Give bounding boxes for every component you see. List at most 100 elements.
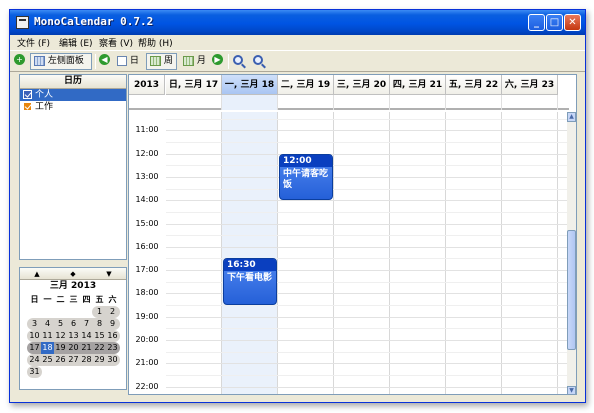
half-hour-line [166,141,569,143]
day-cell[interactable]: 2 [106,306,119,318]
arrow-right-icon: ▶ [212,54,223,65]
day-cell[interactable]: 16 [106,330,119,342]
menu-help[interactable]: 帮助 (H) [138,36,173,49]
time-grid[interactable]: 10:0011:0012:0013:0014:0015:0016:0017:00… [129,112,569,394]
day-cell[interactable]: 23 [106,342,119,354]
day-cell[interactable]: 15 [93,330,106,342]
checkbox-checked-icon[interactable] [23,90,32,99]
all-day-row[interactable] [129,95,569,110]
prev-button[interactable]: ◀ [99,53,110,70]
menu-file[interactable]: 文件 (F) [17,36,50,49]
next-month-button[interactable]: ▼ [94,268,124,280]
day-cell[interactable]: 14 [80,330,93,342]
day-cell[interactable]: 9 [106,318,119,330]
week-icon [150,55,161,66]
day-cell[interactable]: 7 [80,318,93,330]
day-cell[interactable]: 31 [28,366,41,378]
day-cell[interactable]: 5 [54,318,67,330]
day-column-header[interactable]: 四, 三月 21 [390,75,446,95]
panel-icon [34,55,45,66]
weekday-header: 四 [82,295,91,304]
day-cell[interactable]: 25 [41,354,54,366]
day-cell[interactable]: 22 [93,342,106,354]
zoom-out-icon [253,54,263,65]
menu-edit[interactable]: 编辑 (E) [59,36,93,49]
menu-view[interactable]: 察看 (V) [99,36,133,49]
close-button[interactable]: ✕ [564,14,581,31]
today-button[interactable]: ◆ [58,268,88,280]
calendar-item-work[interactable]: 工作 [20,101,126,113]
hour-label: 12:00 [135,148,159,158]
left-panel-toggle[interactable]: 左侧面板 [30,53,92,70]
day-column-header[interactable]: 六, 三月 23 [502,75,558,95]
event-time: 12:00 [280,154,332,167]
title-bar[interactable]: MonoCalendar 0.7.2 _ □ ✕ [10,10,585,35]
all-day-cell[interactable] [390,95,446,110]
month-view-button[interactable]: 月 [179,53,210,70]
calendar-item-label: 个人 [35,90,54,100]
day-cell[interactable]: 1 [93,306,106,318]
toolbar: + 左侧面板 ◀ 日 周 月 ▶ [10,50,585,72]
day-cell[interactable]: 4 [41,318,54,330]
day-cell[interactable]: 20 [67,342,80,354]
arrow-left-icon: ◀ [99,54,110,65]
day-view-button[interactable]: 日 [113,53,143,70]
minimize-button[interactable]: _ [528,14,545,31]
zoom-out-button[interactable] [253,53,263,70]
day-cell[interactable]: 24 [28,354,41,366]
all-day-cell[interactable] [502,95,558,110]
day-cell[interactable]: 30 [106,354,119,366]
all-day-cell[interactable] [334,95,390,110]
scroll-thumb[interactable] [567,230,576,350]
day-cell[interactable]: 29 [93,354,106,366]
day-column-header[interactable]: 一, 三月 18 [222,75,278,95]
next-button[interactable]: ▶ [212,53,223,70]
hour-label: 11:00 [135,125,159,135]
half-hour-line [166,118,569,120]
day-cell[interactable]: 17 [28,342,41,354]
prev-month-button[interactable]: ▲ [22,268,52,280]
checkbox-checked-icon[interactable] [23,102,32,111]
half-hour-line [166,211,569,213]
all-day-cell[interactable] [446,95,502,110]
week-view-button[interactable]: 周 [146,53,177,70]
all-day-cell[interactable] [166,95,222,110]
all-day-cell[interactable] [278,95,334,110]
hour-label: 22:00 [135,381,159,391]
day-cell[interactable]: 28 [80,354,93,366]
all-day-cell[interactable] [222,95,278,110]
vertical-scrollbar[interactable]: ▲ ▼ [567,112,576,394]
year-header: 2013 [129,75,165,95]
zoom-in-button[interactable] [233,53,243,70]
day-cell[interactable]: 12 [54,330,67,342]
maximize-button[interactable]: □ [546,14,563,31]
day-cell[interactable]: 11 [41,330,54,342]
day-cell[interactable]: 13 [67,330,80,342]
hour-label: 17:00 [135,265,159,275]
calendar-item-personal[interactable]: 个人 [20,89,126,101]
half-hour-line [166,374,569,376]
day-column-header[interactable]: 五, 三月 22 [446,75,502,95]
day-cell[interactable]: 18 [41,342,54,354]
day-cell[interactable]: 27 [67,354,80,366]
day-cell[interactable]: 21 [80,342,93,354]
day-column-header[interactable]: 三, 三月 20 [334,75,390,95]
hour-line [166,246,569,248]
calendar-list-header: 日历 [20,75,126,89]
hour-label: 18:00 [135,288,159,298]
day-cell[interactable]: 10 [28,330,41,342]
hour-line [166,176,569,178]
day-column-header[interactable]: 日, 三月 17 [166,75,222,95]
day-column-header[interactable]: 二, 三月 19 [278,75,334,95]
scroll-up-icon[interactable]: ▲ [567,112,576,122]
scroll-down-icon[interactable]: ▼ [567,386,576,394]
day-cell[interactable]: 3 [28,318,41,330]
calendar-event[interactable]: 16:30 下午看电影 [223,258,277,306]
calendar-event[interactable]: 12:00 中午请客吃饭 [279,153,333,201]
day-cell[interactable]: 26 [54,354,67,366]
add-event-button[interactable]: + [14,53,25,70]
day-cell[interactable]: 19 [54,342,67,354]
day-cell[interactable]: 8 [93,318,106,330]
weekday-header: 三 [69,295,78,304]
day-cell[interactable]: 6 [67,318,80,330]
